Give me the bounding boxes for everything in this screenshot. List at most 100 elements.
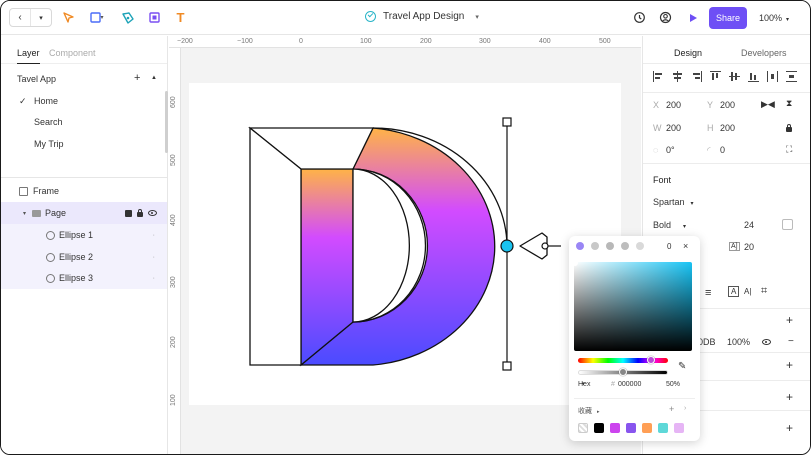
next-swatches-icon[interactable]: › <box>684 405 686 412</box>
width-field[interactable]: 200 <box>666 123 681 133</box>
layer-label: Frame <box>33 186 60 196</box>
angular-gradient-icon[interactable] <box>621 242 629 250</box>
collapse-pages-icon[interactable]: ▲ <box>151 75 157 81</box>
tab-design[interactable]: Design <box>674 48 703 64</box>
y-field[interactable]: 200 <box>720 100 735 110</box>
text-case-icon[interactable]: A <box>728 286 740 297</box>
fill-opacity-field[interactable]: 100% <box>727 337 750 347</box>
document-title-area[interactable]: Travel App Design ▾ <box>365 11 479 22</box>
share-button[interactable]: Share <box>709 7 747 29</box>
align-top-icon[interactable] <box>710 71 721 82</box>
frame-tool-caret-icon[interactable]: ▾ <box>98 10 106 25</box>
radial-gradient-icon[interactable] <box>606 242 614 250</box>
h-label: H <box>707 123 714 133</box>
saturation-value-area[interactable] <box>574 262 692 351</box>
page-item-search[interactable]: Search <box>34 117 63 127</box>
add-export-button[interactable]: + <box>786 421 793 435</box>
layer-ellipse-2[interactable]: Ellipse 2 · <box>1 246 167 268</box>
distribute-h-icon[interactable] <box>767 71 778 82</box>
independent-corners-icon[interactable]: ⛶ <box>786 144 792 155</box>
corner-radius-field[interactable]: 0 <box>720 145 725 155</box>
font-size-field[interactable]: 24 <box>744 220 754 230</box>
align-left-icon[interactable] <box>653 71 664 82</box>
close-icon[interactable]: × <box>683 241 688 251</box>
text-box-icon[interactable]: ⌗ <box>761 285 767 298</box>
alpha-slider-knob[interactable] <box>619 368 627 376</box>
swatch-library-dropdown[interactable]: 收藏 ▸ <box>578 406 600 416</box>
rotation-field[interactable]: 0° <box>666 145 675 155</box>
image-tool-icon[interactable] <box>147 10 162 25</box>
zoom-caret-icon: ▾ <box>786 17 790 23</box>
page-item-home[interactable]: Home <box>34 96 58 106</box>
solid-fill-icon[interactable] <box>576 242 584 250</box>
text-align-icon[interactable]: ≡ <box>705 287 711 299</box>
layer-frame[interactable]: Frame <box>1 180 167 202</box>
nav-back-group[interactable]: ‹ ▾ <box>9 8 52 27</box>
align-center-h-icon[interactable] <box>672 71 683 82</box>
pen-tool-icon[interactable] <box>120 10 135 25</box>
swatch-teal[interactable] <box>658 423 668 433</box>
text-tool-icon[interactable]: T <box>173 10 188 25</box>
hex-input[interactable]: 000000 <box>618 381 641 388</box>
title-caret-icon[interactable]: ▾ <box>475 13 479 21</box>
swatch-magenta[interactable] <box>610 423 620 433</box>
swatch-orange[interactable] <box>642 423 652 433</box>
nav-dropdown-button[interactable]: ▾ <box>30 9 51 26</box>
zoom-dropdown[interactable]: 100% ▾ <box>759 13 789 23</box>
flip-vertical-icon[interactable]: ⧗ <box>786 98 792 109</box>
layer-label: Page <box>45 208 67 218</box>
layer-ellipse-1[interactable]: Ellipse 1 · <box>1 224 167 246</box>
w-label: W <box>653 123 662 133</box>
visibility-icon[interactable] <box>148 210 157 216</box>
layer-dot: · <box>152 274 155 282</box>
saturation-knob[interactable] <box>572 260 578 266</box>
fill-hex-field[interactable]: 0DB <box>698 337 716 347</box>
add-page-button[interactable]: + <box>134 72 140 84</box>
pages-scrollbar[interactable] <box>165 91 168 153</box>
current-page-check-icon: ✓ <box>19 96 27 106</box>
history-icon[interactable] <box>632 10 647 25</box>
left-panel-tabs: Layer Component <box>1 36 167 64</box>
swatch-lilac[interactable] <box>674 423 684 433</box>
hue-slider-knob[interactable] <box>646 356 655 364</box>
tab-layer[interactable]: Layer <box>17 48 40 64</box>
component-icon[interactable] <box>125 209 132 217</box>
line-height-field[interactable]: 20 <box>744 242 754 252</box>
tab-component[interactable]: Component <box>49 48 96 58</box>
x-field[interactable]: 200 <box>666 100 681 110</box>
font-weight-dropdown[interactable]: Bold ▾ <box>653 220 686 230</box>
text-baseline-icon[interactable]: A| <box>744 287 751 296</box>
image-fill-icon[interactable] <box>636 242 644 250</box>
play-icon[interactable] <box>685 10 700 25</box>
font-family-dropdown[interactable]: Spartan ▾ <box>653 197 694 207</box>
fill-visibility-icon[interactable] <box>762 339 771 345</box>
align-right-icon[interactable] <box>691 71 702 82</box>
select-tool-icon[interactable] <box>61 10 76 25</box>
align-bottom-icon[interactable] <box>748 71 759 82</box>
distribute-v-icon[interactable] <box>786 71 797 82</box>
font-options-box[interactable] <box>782 219 793 230</box>
add-swatch-button[interactable]: + <box>669 404 674 414</box>
layer-ellipse-3[interactable]: Ellipse 3 · <box>1 267 167 289</box>
height-field[interactable]: 200 <box>720 123 735 133</box>
alpha-input[interactable]: 50% <box>666 381 680 388</box>
linear-gradient-icon[interactable] <box>591 242 599 250</box>
user-icon[interactable] <box>658 10 673 25</box>
expand-caret-icon[interactable]: ▾ <box>23 210 26 217</box>
swatch-purple[interactable] <box>626 423 636 433</box>
lock-icon[interactable] <box>137 208 143 217</box>
swatch-transparent[interactable] <box>578 423 588 433</box>
swatch-black[interactable] <box>594 423 604 433</box>
add-fill-button[interactable]: + <box>786 313 793 327</box>
add-effect-button[interactable]: + <box>786 390 793 404</box>
page-item-my-trip[interactable]: My Trip <box>34 139 64 149</box>
back-button[interactable]: ‹ <box>10 9 30 26</box>
add-stroke-button[interactable]: + <box>786 358 793 372</box>
eyedropper-icon[interactable]: ✎ <box>678 361 686 372</box>
constrain-proportions-icon[interactable] <box>786 124 792 132</box>
tab-developers[interactable]: Developers <box>741 48 787 58</box>
align-center-v-icon[interactable] <box>729 71 740 82</box>
remove-fill-icon[interactable]: − <box>788 336 794 347</box>
flip-horizontal-icon[interactable]: ▶◀ <box>761 99 775 110</box>
layer-page[interactable]: ▾ Page <box>1 202 167 224</box>
